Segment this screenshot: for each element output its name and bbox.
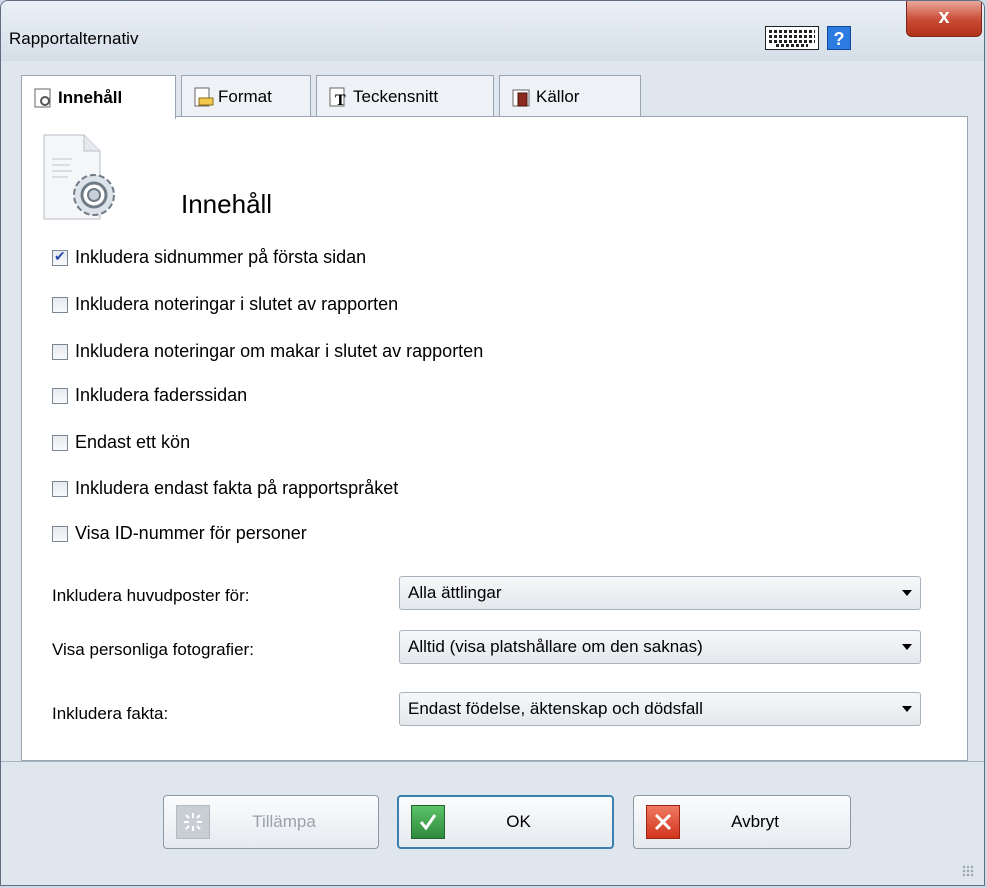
report-options-dialog: Rapportalternativ ? x Innehåll Format T <box>0 0 985 886</box>
tab-content-innehall: Innehåll Inkludera sidnummer på första s… <box>21 116 968 761</box>
tab-innehall[interactable]: Innehåll <box>21 75 176 119</box>
close-button[interactable]: x <box>906 1 982 37</box>
option-label: Inkludera faderssidan <box>75 385 248 405</box>
cancel-label: Avbryt <box>731 812 779 831</box>
select-value: Endast födelse, äktenskap och dödsfall <box>408 699 703 718</box>
ok-button[interactable]: OK <box>397 795 614 849</box>
apply-button[interactable]: Tillämpa <box>163 795 379 849</box>
font-icon: T <box>329 87 347 109</box>
checkbox[interactable] <box>52 434 68 451</box>
option-label: Inkludera noteringar i slutet av rapport… <box>75 294 399 314</box>
checkbox[interactable] <box>52 525 68 542</box>
resize-grip[interactable] <box>962 865 974 877</box>
option-label: Inkludera sidnummer på första sidan <box>75 247 367 267</box>
checkbox[interactable] <box>52 296 68 313</box>
select-value: Alla ättlingar <box>408 583 502 602</box>
main-entries-label: Inkludera huvudposter för: <box>52 586 250 605</box>
option-label: Visa ID-nummer för personer <box>75 523 307 543</box>
option-show-id-numbers[interactable]: Visa ID-nummer för personer <box>52 523 307 544</box>
tab-label: Innehåll <box>58 87 123 107</box>
ok-label: OK <box>506 812 531 831</box>
photos-select[interactable]: Alltid (visa platshållare om den saknas) <box>399 630 921 664</box>
tab-format[interactable]: Format <box>181 75 311 117</box>
checkbox[interactable] <box>52 343 68 360</box>
format-icon <box>194 87 214 107</box>
chevron-down-icon <box>902 706 912 712</box>
photos-label: Visa personliga fotografier: <box>52 640 254 659</box>
checkbox[interactable] <box>52 387 68 404</box>
option-report-language-facts[interactable]: Inkludera endast fakta på rapportspråket <box>52 478 398 499</box>
cancel-button[interactable]: Avbryt <box>633 795 851 849</box>
tab-kallor[interactable]: Källor <box>499 75 641 117</box>
tab-teckensnitt[interactable]: T Teckensnitt <box>316 75 494 117</box>
main-entries-select[interactable]: Alla ättlingar <box>399 576 921 610</box>
section-title: Innehåll <box>181 189 273 219</box>
option-include-notes[interactable]: Inkludera noteringar i slutet av rapport… <box>52 294 398 315</box>
facts-label: Inkludera fakta: <box>52 704 169 723</box>
facts-select[interactable]: Endast födelse, äktenskap och dödsfall <box>399 692 921 726</box>
help-icon[interactable]: ? <box>827 26 851 50</box>
tab-label: Källor <box>536 86 580 106</box>
window-title: Rapportalternativ <box>9 29 139 48</box>
tab-label: Teckensnitt <box>353 86 439 106</box>
close-icon <box>646 805 680 839</box>
keyboard-icon[interactable] <box>765 26 819 50</box>
check-icon <box>411 805 445 839</box>
svg-text:T: T <box>335 92 346 107</box>
sources-icon <box>512 87 530 107</box>
title-bar: Rapportalternativ ? x <box>1 1 984 61</box>
tab-bar: Innehåll Format T Teckensnitt Källor <box>21 75 964 119</box>
chevron-down-icon <box>902 644 912 650</box>
option-label: Inkludera noteringar om makar i slutet a… <box>75 341 484 361</box>
option-include-page-number[interactable]: Inkludera sidnummer på första sidan <box>52 247 366 268</box>
option-label: Inkludera endast fakta på rapportspråket <box>75 478 399 498</box>
settings-document-icon <box>42 133 120 221</box>
option-include-father-page[interactable]: Inkludera faderssidan <box>52 385 247 406</box>
gear-document-icon <box>34 88 52 108</box>
checkbox[interactable] <box>52 248 68 266</box>
option-single-gender[interactable]: Endast ett kön <box>52 432 190 453</box>
tab-label: Format <box>218 86 272 106</box>
option-include-spouse-notes[interactable]: Inkludera noteringar om makar i slutet a… <box>52 341 483 362</box>
apply-icon <box>176 805 210 839</box>
select-value: Alltid (visa platshållare om den saknas) <box>408 637 703 656</box>
footer-divider <box>1 761 984 762</box>
option-label: Endast ett kön <box>75 432 191 452</box>
apply-label: Tillämpa <box>252 812 316 831</box>
checkbox[interactable] <box>52 480 68 497</box>
chevron-down-icon <box>902 590 912 596</box>
